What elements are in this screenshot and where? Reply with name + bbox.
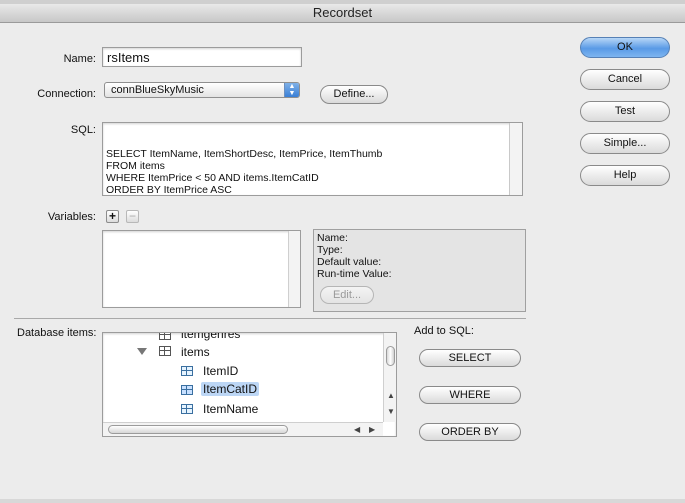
- tree-item-partial[interactable]: itemgenres: [159, 332, 241, 341]
- add-order-by-button[interactable]: ORDER BY: [419, 423, 521, 441]
- tree-vertical-scrollbar[interactable]: ▲ ▼: [383, 333, 396, 422]
- simple-button[interactable]: Simple...: [580, 133, 670, 154]
- add-select-button[interactable]: SELECT: [419, 349, 521, 367]
- database-tree[interactable]: itemgenres items ItemID ItemCatID ItemNa…: [102, 332, 397, 437]
- window-title: Recordset: [0, 4, 685, 23]
- section-divider: [14, 318, 526, 319]
- tree-column-itemname[interactable]: ItemName: [181, 402, 301, 418]
- tree-column-itemid[interactable]: ItemID: [181, 364, 301, 380]
- scroll-up-icon[interactable]: ▲: [387, 391, 395, 400]
- scroll-thumb[interactable]: [108, 425, 288, 434]
- connection-label: Connection:: [37, 88, 96, 100]
- variables-scrollbar[interactable]: [288, 231, 300, 307]
- remove-variable-button[interactable]: −: [126, 210, 139, 223]
- scroll-left-icon[interactable]: ◀: [354, 425, 360, 434]
- variable-type-label: Type:: [317, 244, 343, 256]
- ok-button[interactable]: OK: [580, 37, 670, 58]
- column-icon: [181, 385, 193, 395]
- database-items-label: Database items:: [17, 327, 97, 339]
- add-to-sql-label: Add to SQL:: [414, 325, 474, 337]
- table-icon: [159, 346, 171, 356]
- connection-value: connBlueSkyMusic: [111, 84, 204, 96]
- name-label: Name:: [63, 53, 96, 65]
- sql-label: SQL:: [70, 124, 96, 136]
- scroll-right-icon[interactable]: ▶: [369, 425, 375, 434]
- tree-column-itemcatid[interactable]: ItemCatID: [181, 382, 301, 399]
- column-label: ItemName: [203, 402, 259, 416]
- add-where-button[interactable]: WHERE: [419, 386, 521, 404]
- name-field[interactable]: rsItems: [102, 47, 302, 67]
- variable-info-panel: Name: Type: Default value: Run-time Valu…: [313, 229, 526, 312]
- connection-select[interactable]: connBlueSkyMusic ▲ ▼: [104, 82, 300, 98]
- variable-runtime-label: Run-time Value:: [317, 268, 392, 280]
- tree-table-label: items: [181, 345, 210, 359]
- table-icon: [159, 333, 171, 340]
- sql-text: SELECT ItemName, ItemShortDesc, ItemPric…: [106, 148, 383, 196]
- sql-scrollbar[interactable]: [509, 123, 522, 195]
- test-button[interactable]: Test: [580, 101, 670, 122]
- column-label-selected: ItemCatID: [201, 382, 260, 396]
- sql-textarea[interactable]: SELECT ItemName, ItemShortDesc, ItemPric…: [102, 122, 523, 196]
- tree-item-label: itemgenres: [181, 332, 241, 341]
- variables-list[interactable]: [102, 230, 301, 308]
- tree-horizontal-scrollbar[interactable]: ◀ ▶: [103, 422, 383, 436]
- select-arrows-icon: ▲ ▼: [284, 83, 299, 97]
- help-button[interactable]: Help: [580, 165, 670, 186]
- column-icon: [181, 404, 193, 414]
- scroll-thumb[interactable]: [386, 346, 395, 366]
- add-variable-button[interactable]: +: [106, 210, 119, 223]
- tree-item-items[interactable]: items: [137, 345, 287, 361]
- cancel-button[interactable]: Cancel: [580, 69, 670, 90]
- variable-name-label: Name:: [317, 232, 348, 244]
- column-icon: [181, 366, 193, 376]
- scroll-down-icon[interactable]: ▼: [387, 407, 395, 416]
- edit-variable-button[interactable]: Edit...: [320, 286, 374, 304]
- variables-label: Variables:: [47, 211, 96, 223]
- variable-default-label: Default value:: [317, 256, 382, 268]
- disclosure-triangle-icon[interactable]: [137, 348, 147, 355]
- column-label: ItemID: [203, 364, 239, 378]
- define-button[interactable]: Define...: [320, 85, 388, 104]
- bottom-edge: [0, 499, 685, 503]
